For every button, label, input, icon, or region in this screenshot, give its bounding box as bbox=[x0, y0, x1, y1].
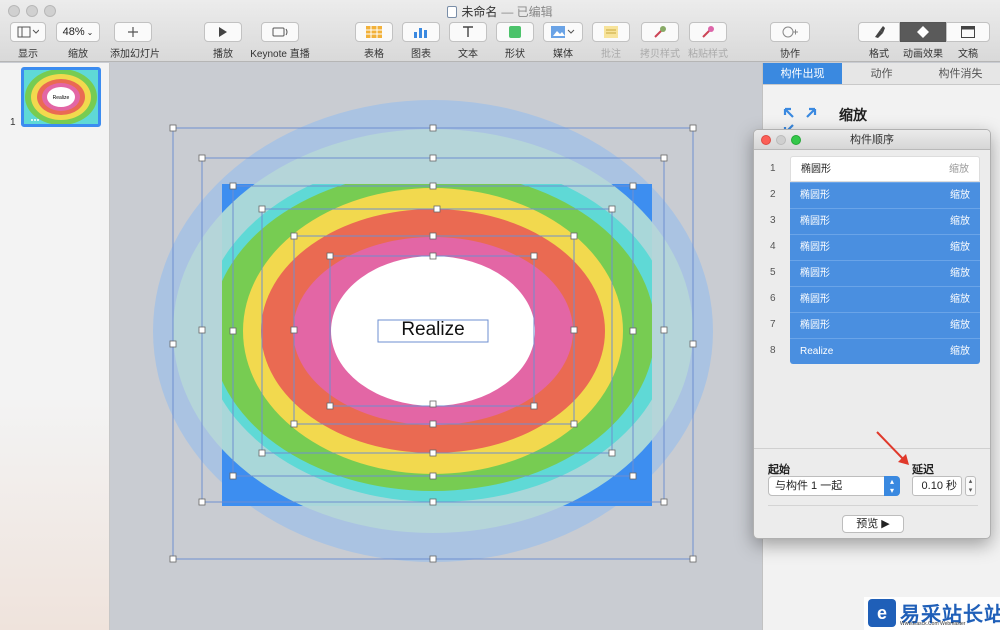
build-order-titlebar: 构件顺序 bbox=[754, 130, 990, 150]
delay-input[interactable]: 0.10 秒 bbox=[912, 476, 962, 496]
start-select[interactable]: 与构件 1 一起 ▴ ▾ bbox=[768, 476, 900, 496]
list-item[interactable]: 6 椭圆形 缩放 bbox=[754, 286, 990, 312]
inspector-tabs: 构件出现 动作 构件消失 bbox=[763, 63, 1000, 85]
build-order-window: 构件顺序 1 椭圆形 缩放 2 椭圆形 缩放 3 椭圆形 缩放 4 椭圆形 缩放 5 椭… bbox=[753, 129, 991, 539]
effect-name[interactable]: 缩放 bbox=[839, 105, 867, 125]
tab-build-in[interactable]: 构件出现 bbox=[763, 63, 842, 85]
list-item[interactable]: 8 Realize 缩放 bbox=[754, 338, 990, 364]
minimize-popup-button[interactable] bbox=[776, 135, 786, 145]
play-icon: ▶ bbox=[881, 518, 890, 530]
close-popup-button[interactable] bbox=[761, 135, 771, 145]
build-order-list: 1 椭圆形 缩放 2 椭圆形 缩放 3 椭圆形 缩放 4 椭圆形 缩放 5 椭圆形 缩放 … bbox=[754, 156, 990, 364]
list-item[interactable]: 7 椭圆形 缩放 bbox=[754, 312, 990, 338]
build-order-footer: 起始 延迟 与构件 1 一起 ▴ ▾ 0.10 秒 ▴ ▾ 预览 ▶ bbox=[754, 448, 990, 538]
start-label: 起始 bbox=[768, 464, 790, 476]
delay-label: 延迟 bbox=[912, 464, 934, 476]
list-item[interactable]: 5 椭圆形 缩放 bbox=[754, 260, 990, 286]
select-arrows-icon: ▴ ▾ bbox=[884, 476, 900, 496]
zoom-popup-button[interactable] bbox=[791, 135, 801, 145]
preview-button[interactable]: 预览 ▶ bbox=[842, 515, 904, 533]
list-item[interactable]: 4 椭圆形 缩放 bbox=[754, 234, 990, 260]
watermark-logo-icon: e bbox=[868, 599, 896, 627]
slide-title-text[interactable]: Realize bbox=[378, 320, 488, 342]
tab-action[interactable]: 动作 bbox=[842, 63, 921, 85]
list-item[interactable]: 1 椭圆形 缩放 bbox=[754, 156, 990, 182]
tab-build-out[interactable]: 构件消失 bbox=[921, 63, 1000, 85]
list-item[interactable]: 2 椭圆形 缩放 bbox=[754, 182, 990, 208]
list-item[interactable]: 3 椭圆形 缩放 bbox=[754, 208, 990, 234]
watermark: e 易采站长站 Www.Easck.Com Webmaster bbox=[864, 597, 1000, 630]
delay-stepper[interactable]: ▴ ▾ bbox=[965, 476, 976, 496]
build-order-title: 构件顺序 bbox=[850, 134, 894, 146]
divider bbox=[768, 505, 978, 506]
